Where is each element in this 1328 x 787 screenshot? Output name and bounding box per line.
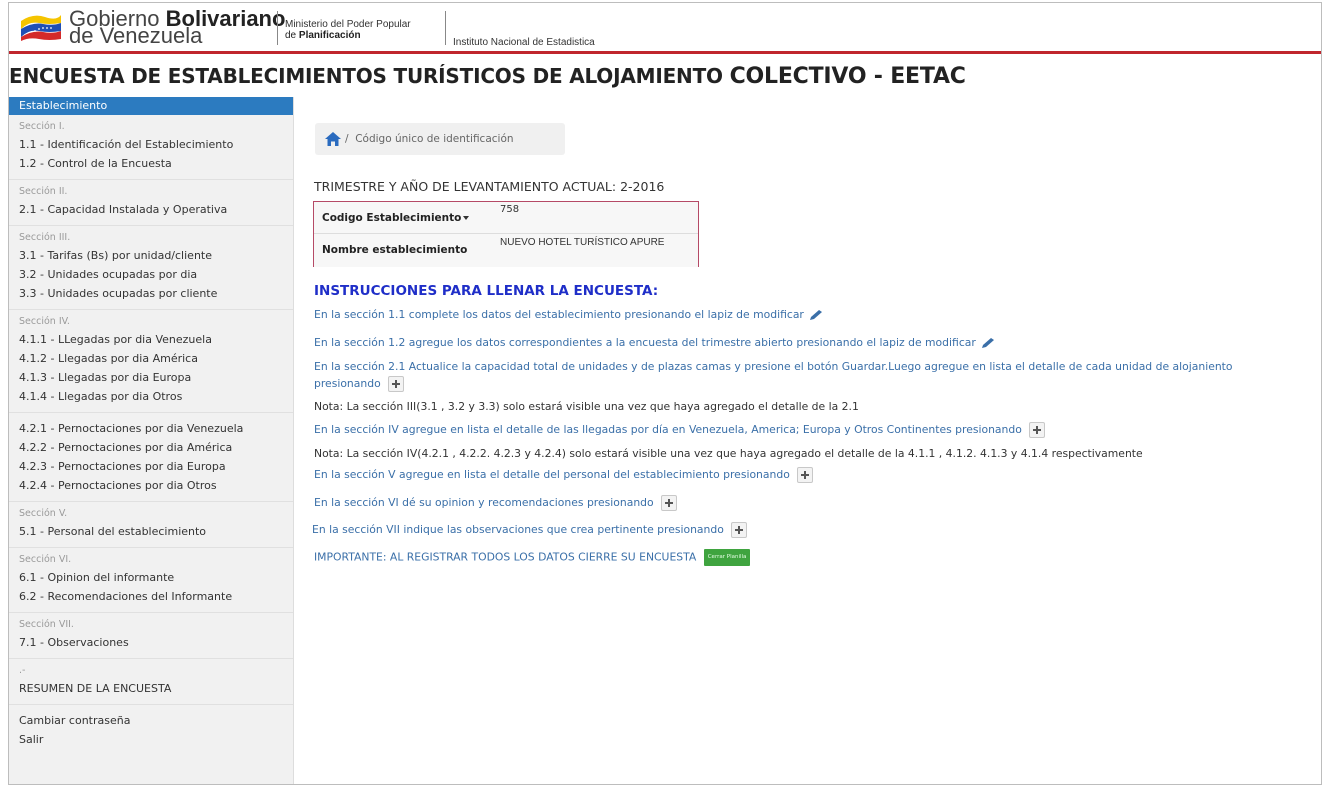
instruction-line-7: En la sección V agregue en lista el deta… (314, 467, 814, 483)
nombre-value: NUEVO HOTEL TURÍSTICO APURE (500, 237, 665, 248)
instruction-line-5: En la sección IV agregue en lista el det… (314, 422, 1046, 438)
sidebar-section-heading: Sección II. (19, 186, 68, 197)
sidebar-item-6-1[interactable]: 6.1 - Opinion del informante (9, 568, 293, 587)
sidebar-item-4-1-3[interactable]: 4.1.3 - Llegadas por dia Europa (9, 368, 293, 387)
sidebar-item-establecimiento[interactable]: Establecimiento (9, 97, 293, 115)
nombre-row: Nombre establecimiento NUEVO HOTEL TURÍS… (314, 234, 698, 267)
trimestre-label: TRIMESTRE Y AÑO DE LEVANTAMIENTO ACTUAL:… (314, 179, 665, 194)
nombre-label: Nombre establecimiento (322, 244, 468, 256)
venezuela-flag-logo (21, 15, 61, 41)
sidebar-group-resumen: .- RESUMEN DE LA ENCUESTA (9, 659, 293, 705)
sidebar-section-heading: Sección I. (19, 121, 65, 132)
sidebar-item-2-1[interactable]: 2.1 - Capacidad Instalada y Operativa (9, 200, 293, 219)
sidebar-item-3-2[interactable]: 3.2 - Unidades ocupadas por dia (9, 265, 293, 284)
sidebar-item-7-1[interactable]: 7.1 - Observaciones (9, 633, 293, 652)
establecimiento-box: Codigo Establecimiento 758 Nombre establ… (313, 201, 699, 267)
ministerio-line1: Ministerio del Poder Popular (285, 19, 411, 30)
sidebar-item-3-1[interactable]: 3.1 - Tarifas (Bs) por unidad/cliente (9, 246, 293, 265)
sidebar-group-account: Cambiar contraseña Salir (9, 705, 293, 755)
sidebar-item-4-1-2[interactable]: 4.1.2 - Llegadas por dia América (9, 349, 293, 368)
sidebar-item-5-1[interactable]: 5.1 - Personal del establecimiento (9, 522, 293, 541)
sidebar-item-1-2[interactable]: 1.2 - Control de la Encuesta (9, 154, 293, 173)
instruction-line-2: En la sección 1.2 agregue los datos corr… (314, 336, 997, 349)
instruction-line-3a: En la sección 2.1 Actualice la capacidad… (314, 360, 1233, 373)
nota-seccion-3: Nota: La sección III(3.1 , 3.2 y 3.3) so… (314, 400, 859, 413)
add-llegadas-button[interactable] (1029, 422, 1046, 438)
sidebar: Establecimiento Sección I. 1.1 - Identif… (9, 97, 294, 784)
plus-icon (735, 526, 744, 534)
add-unidad-button[interactable] (388, 376, 405, 392)
sidebar-item-4-1-1[interactable]: 4.1.1 - LLegadas por dia Venezuela (9, 330, 293, 349)
sidebar-item-4-2-1[interactable]: 4.2.1 - Pernoctaciones por dia Venezuela (9, 419, 293, 438)
sidebar-section-heading: Sección VI. (19, 554, 72, 565)
plus-icon (1033, 426, 1042, 434)
instrucciones-title: INSTRUCCIONES PARA LLENAR LA ENCUESTA: (314, 283, 659, 299)
sidebar-group-seccion-6: Sección VI. 6.1 - Opinion del informante… (9, 548, 293, 613)
sidebar-item-salir[interactable]: Salir (9, 730, 293, 749)
breadcrumb-current: / Código único de identificación (345, 133, 514, 145)
add-personal-button[interactable] (797, 467, 814, 483)
sidebar-section-heading: .- (19, 665, 26, 676)
header: Gobierno Bolivariano de Venezuela Minist… (9, 3, 1321, 54)
sidebar-group-seccion-7: Sección VII. 7.1 - Observaciones (9, 613, 293, 659)
caret-down-icon (463, 216, 470, 220)
sidebar-group-seccion-5: Sección V. 5.1 - Personal del establecim… (9, 502, 293, 548)
instruction-line-8: En la sección VI dé su opinion y recomen… (314, 495, 678, 511)
sidebar-item-4-2-2[interactable]: 4.2.2 - Pernoctaciones por dia América (9, 438, 293, 457)
cerrar-planilla-button[interactable]: Cerrar Planilla (703, 549, 751, 566)
sidebar-section-heading: Sección VII. (19, 619, 74, 630)
sidebar-item-4-1-4[interactable]: 4.1.4 - Llegadas por dia Otros (9, 387, 293, 406)
app-frame: Gobierno Bolivariano de Venezuela Minist… (8, 2, 1322, 785)
pencil-icon[interactable] (981, 337, 997, 349)
home-icon[interactable] (325, 132, 341, 146)
instruction-line-9: En la sección VII indique las observacio… (312, 522, 748, 538)
add-opinion-button[interactable] (661, 495, 678, 511)
sidebar-group-seccion-4-2: 4.2.1 - Pernoctaciones por dia Venezuela… (9, 413, 293, 502)
sidebar-item-cambiar-contrasena[interactable]: Cambiar contraseña (9, 711, 293, 730)
codigo-dropdown[interactable]: Codigo Establecimiento (322, 212, 470, 224)
sidebar-item-3-3[interactable]: 3.3 - Unidades ocupadas por cliente (9, 284, 293, 303)
sidebar-section-heading: Sección V. (19, 508, 68, 519)
plus-icon (801, 471, 810, 479)
sidebar-item-4-2-3[interactable]: 4.2.3 - Pernoctaciones por dia Europa (9, 457, 293, 476)
instruction-line-3b: presionando (314, 376, 405, 392)
sidebar-section-heading: Sección IV. (19, 316, 70, 327)
importante-line: IMPORTANTE: AL REGISTRAR TODOS LOS DATOS… (314, 549, 751, 566)
add-observaciones-button[interactable] (731, 522, 748, 538)
header-divider (277, 11, 278, 45)
plus-icon (665, 499, 674, 507)
sidebar-group-seccion-4: Sección IV. 4.1.1 - LLegadas por dia Ven… (9, 310, 293, 413)
instituto-label: Instituto Nacional de Estadistica (453, 37, 595, 48)
instruction-line-1: En la sección 1.1 complete los datos del… (314, 308, 825, 321)
ministerio-line2: de Planificación (285, 30, 361, 41)
nota-seccion-4: Nota: La sección IV(4.2.1 , 4.2.2. 4.2.3… (314, 447, 1143, 460)
sidebar-item-resumen[interactable]: RESUMEN DE LA ENCUESTA (9, 679, 293, 698)
header-divider (445, 11, 446, 45)
sidebar-item-4-2-4[interactable]: 4.2.4 - Pernoctaciones por dia Otros (9, 476, 293, 495)
codigo-value: 758 (500, 204, 520, 215)
pencil-icon[interactable] (809, 309, 825, 321)
breadcrumb: / Código único de identificación (315, 123, 565, 155)
codigo-row: Codigo Establecimiento 758 (314, 202, 698, 234)
sidebar-item-1-1[interactable]: 1.1 - Identificación del Establecimiento (9, 135, 293, 154)
gobierno-line2: de Venezuela (69, 23, 203, 48)
sidebar-group-seccion-3: Sección III. 3.1 - Tarifas (Bs) por unid… (9, 226, 293, 310)
plus-icon (392, 380, 401, 388)
sidebar-section-heading: Sección III. (19, 232, 71, 243)
sidebar-group-seccion-2: Sección II. 2.1 - Capacidad Instalada y … (9, 180, 293, 226)
sidebar-group-seccion-1: Sección I. 1.1 - Identificación del Esta… (9, 115, 293, 180)
sidebar-item-6-2[interactable]: 6.2 - Recomendaciones del Informante (9, 587, 293, 606)
page-title: ENCUESTA DE ESTABLECIMIENTOS TURÍSTICOS … (9, 64, 966, 89)
